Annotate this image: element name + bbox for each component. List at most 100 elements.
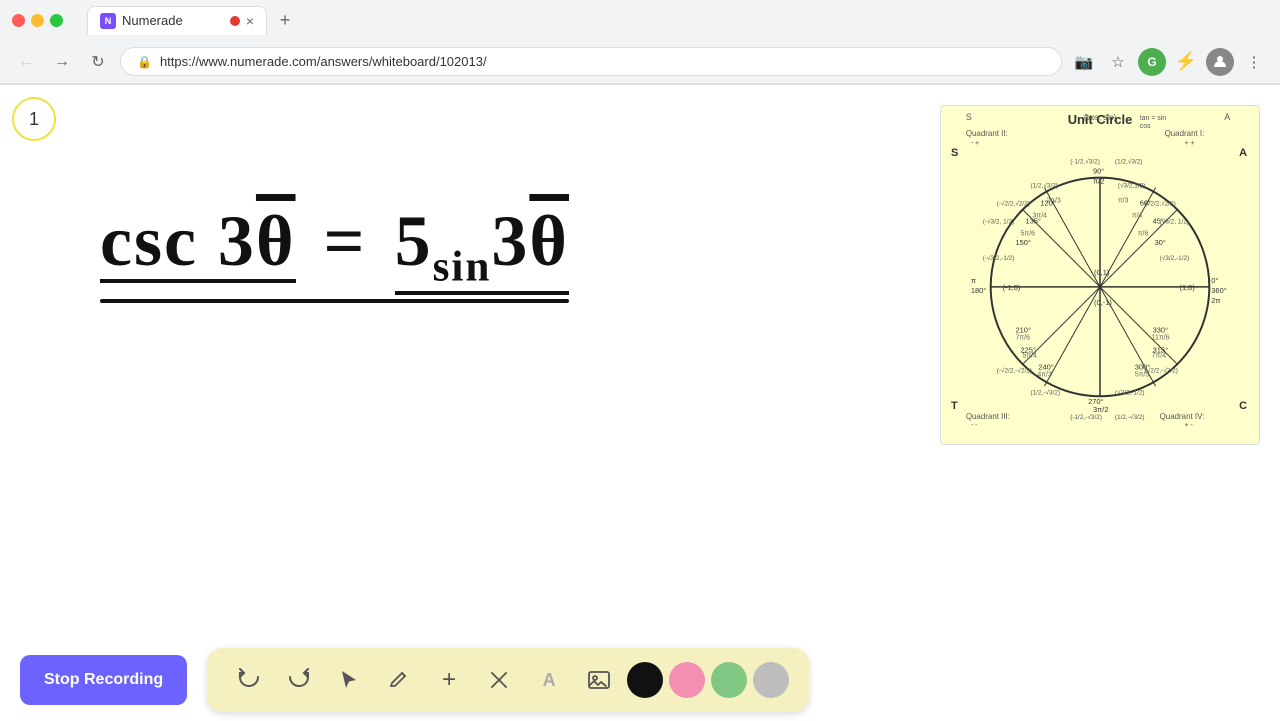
whiteboard[interactable]: 1 csc 3θ = 5sin3θ Unit Circle S A [0, 85, 1280, 721]
tab-favicon: N [100, 13, 116, 29]
tab-bar: N Numerade × + [75, 6, 311, 35]
back-button[interactable]: ← [12, 48, 40, 76]
cast-button[interactable]: 📷 [1070, 48, 1098, 76]
svg-text:2π: 2π [1211, 296, 1220, 305]
svg-text:C: C [1239, 400, 1247, 412]
tab-close-icon[interactable]: × [246, 14, 254, 28]
svg-text:150°: 150° [1016, 238, 1031, 247]
color-pink-button[interactable] [669, 662, 705, 698]
menu-button[interactable]: ⋮ [1240, 48, 1268, 76]
svg-text:(√3/2,1/2): (√3/2,1/2) [1118, 182, 1146, 190]
svg-text:(-1,0): (-1,0) [1003, 283, 1021, 292]
svg-text:(√2/2,√2/2): (√2/2,√2/2) [1145, 199, 1176, 207]
svg-text:S: S [966, 112, 972, 122]
refresh-button[interactable]: ↻ [84, 48, 112, 76]
toolbar: + A [207, 648, 809, 712]
select-tool-button[interactable] [327, 658, 371, 702]
lock-icon: 🔒 [137, 55, 152, 69]
svg-text:A: A [1239, 147, 1247, 159]
svg-text:180°: 180° [971, 286, 986, 295]
tab-label: Numerade [122, 13, 224, 28]
active-tab[interactable]: N Numerade × [87, 6, 267, 35]
color-black-button[interactable] [627, 662, 663, 698]
browser-chrome: N Numerade × + ← → ↻ 🔒 https://www.numer… [0, 0, 1280, 85]
svg-text:(-√3/2,-1/2): (-√3/2,-1/2) [983, 254, 1015, 262]
svg-text:(√2/2,-√2/2): (√2/2,-√2/2) [1145, 366, 1178, 374]
svg-text:tan = sin: tan = sin [1140, 115, 1167, 122]
traffic-lights [12, 14, 63, 27]
svg-text:T: T [951, 400, 958, 412]
nav-bar: ← → ↻ 🔒 https://www.numerade.com/answers… [0, 40, 1280, 84]
svg-text:π/3: π/3 [1118, 197, 1129, 204]
profile-button[interactable]: G [1138, 48, 1166, 76]
equation-area: csc 3θ = 5sin3θ [100, 205, 569, 303]
undo-button[interactable] [227, 658, 271, 702]
main-content: 1 csc 3θ = 5sin3θ Unit Circle S A [0, 85, 1280, 721]
svg-text:360°: 360° [1211, 286, 1226, 295]
svg-text:cos: cos [1140, 123, 1151, 130]
address-bar[interactable]: 🔒 https://www.numerade.com/answers/white… [120, 47, 1062, 76]
svg-text:3π/4: 3π/4 [1032, 212, 1047, 219]
svg-text:(0,1): (0,1) [1094, 268, 1110, 277]
bottom-bar: Stop Recording + [0, 640, 1280, 720]
svg-text:π/2: π/2 [1093, 177, 1104, 186]
svg-text:+ +: + + [1184, 140, 1194, 147]
title-bar: N Numerade × + [0, 0, 1280, 40]
svg-text:(1/2,√3/2): (1/2,√3/2) [1030, 182, 1058, 190]
color-green-button[interactable] [711, 662, 747, 698]
svg-text:11π/6: 11π/6 [1152, 335, 1170, 342]
maximize-button[interactable] [50, 14, 63, 27]
image-tool-button[interactable] [577, 658, 621, 702]
unit-circle-svg: Unit Circle S A (cos, sin) tan = sin cos… [941, 106, 1259, 444]
text-tool-button[interactable]: A [527, 658, 571, 702]
svg-text:5π/6: 5π/6 [1021, 230, 1036, 237]
svg-text:(√3/2,-1/2): (√3/2,-1/2) [1115, 388, 1145, 396]
svg-text:4π/3: 4π/3 [1037, 371, 1052, 378]
svg-text:Quadrant IV:: Quadrant IV: [1160, 412, 1205, 421]
svg-text:π/6: π/6 [1138, 230, 1149, 237]
svg-text:Quadrant II:: Quadrant II: [966, 129, 1008, 138]
svg-text:(1,0): (1,0) [1180, 283, 1196, 292]
svg-text:+ -: + - [1184, 422, 1192, 429]
url-text: https://www.numerade.com/answers/whitebo… [160, 54, 1045, 69]
svg-text:(1/2,√3/2): (1/2,√3/2) [1115, 158, 1143, 166]
svg-text:5π/4: 5π/4 [1022, 352, 1037, 359]
svg-text:A: A [1224, 112, 1230, 122]
svg-text:30°: 30° [1155, 238, 1166, 247]
color-gray-button[interactable] [753, 662, 789, 698]
svg-text:(-1/2,√3/2): (-1/2,√3/2) [1070, 158, 1100, 166]
unit-circle-panel: Unit Circle S A (cos, sin) tan = sin cos… [940, 105, 1260, 445]
nav-right-buttons: 📷 ☆ G ⚡ ⋮ [1070, 48, 1268, 76]
svg-text:Quadrant III:: Quadrant III: [966, 412, 1010, 421]
bookmark-button[interactable]: ☆ [1104, 48, 1132, 76]
people-button[interactable] [1206, 48, 1234, 76]
svg-text:(-1/2,-√3/2): (-1/2,-√3/2) [1070, 413, 1102, 421]
close-button[interactable] [12, 14, 25, 27]
extensions-button[interactable]: ⚡ [1172, 48, 1200, 76]
svg-text:(-√2/2,√2/2): (-√2/2,√2/2) [997, 199, 1030, 207]
svg-text:(1/2,-√3/2): (1/2,-√3/2) [1030, 388, 1060, 396]
svg-text:210°: 210° [1016, 326, 1031, 335]
svg-text:0°: 0° [1211, 276, 1218, 285]
recording-indicator [230, 16, 240, 26]
stop-recording-button[interactable]: Stop Recording [20, 655, 187, 705]
svg-text:7π/6: 7π/6 [1016, 335, 1031, 342]
svg-text:S: S [951, 147, 958, 159]
page-number: 1 [12, 97, 56, 141]
svg-text:330°: 330° [1153, 326, 1168, 335]
svg-text:Quadrant I:: Quadrant I: [1165, 129, 1205, 138]
svg-text:- +: - + [971, 140, 979, 147]
pen-tool-button[interactable] [377, 658, 421, 702]
svg-text:π: π [971, 276, 976, 285]
svg-text:(√3/2,-1/2): (√3/2,-1/2) [1160, 254, 1190, 262]
redo-button[interactable] [277, 658, 321, 702]
svg-text:(cos, sin): (cos, sin) [1084, 113, 1117, 122]
forward-button[interactable]: → [48, 48, 76, 76]
new-tab-button[interactable]: + [271, 6, 299, 34]
equation-display: csc 3θ = 5sin3θ [100, 205, 569, 295]
eraser-button[interactable] [477, 658, 521, 702]
add-button[interactable]: + [427, 658, 471, 702]
svg-text:(-√3/2, 1/2): (-√3/2, 1/2) [983, 217, 1014, 225]
minimize-button[interactable] [31, 14, 44, 27]
svg-text:90°: 90° [1093, 167, 1104, 176]
